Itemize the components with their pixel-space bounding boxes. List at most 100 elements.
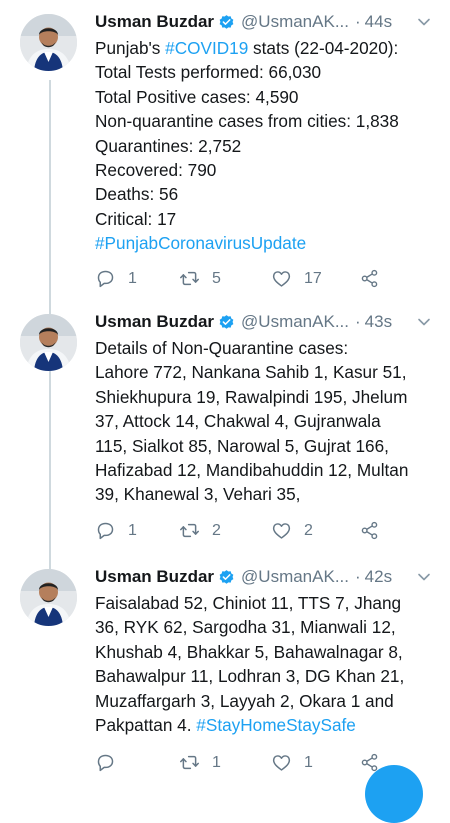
tweet-header: Usman Buzdar @UsmanAK... · 42s bbox=[95, 565, 438, 589]
tweet-text-line: Deaths: 56 bbox=[95, 182, 440, 206]
tweet-text: 115, Sialkot 85, Narowal 5, Gujrat 166, bbox=[95, 435, 389, 456]
separator-dot: · bbox=[354, 12, 361, 31]
tweet-text-line: Bahawalpur 11, Lodhran 3, DG Khan 21, bbox=[95, 664, 440, 688]
tweet-text: 39, Khanewal 3, Vehari 35, bbox=[95, 484, 301, 505]
reply-button[interactable] bbox=[95, 752, 128, 773]
tweet-text-line: Total Tests performed: 66,030 bbox=[95, 60, 440, 84]
tweet-text: Recovered: 790 bbox=[95, 160, 217, 181]
retweet-icon bbox=[180, 523, 199, 538]
tweet-text: Shiekhupura 19, Rawalpindi 195, Jhelum bbox=[95, 386, 408, 407]
reply-icon bbox=[97, 522, 114, 540]
share-icon bbox=[361, 521, 378, 540]
like-button[interactable]: 2 bbox=[271, 520, 313, 541]
like-count: 1 bbox=[304, 753, 313, 771]
chevron-down-icon[interactable] bbox=[416, 569, 432, 585]
tweet-text-line: 115, Sialkot 85, Narowal 5, Gujrat 166, bbox=[95, 434, 440, 458]
author-handle[interactable]: @UsmanAK... bbox=[241, 10, 349, 34]
avatar[interactable] bbox=[20, 569, 77, 626]
tweet-body: Details of Non-Quarantine cases: Lahore 7… bbox=[95, 336, 440, 507]
tweet-text-line: Details of Non-Quarantine cases: bbox=[95, 336, 440, 360]
chevron-down-icon[interactable] bbox=[416, 14, 432, 30]
tweet-text: Hafizabad 12, Mandibahuddin 12, Multan bbox=[95, 460, 409, 481]
author-handle[interactable]: @UsmanAK... bbox=[241, 565, 349, 589]
tweet-text: Total Positive cases: 4,590 bbox=[95, 86, 299, 107]
tweet-text-line: Non-quarantine cases from cities: 1,838 bbox=[95, 109, 440, 133]
author-name[interactable]: Usman Buzdar bbox=[95, 310, 214, 334]
retweet-count: 5 bbox=[212, 269, 221, 287]
retweet-count: 2 bbox=[212, 521, 221, 539]
verified-badge-icon bbox=[219, 314, 234, 329]
tweet-text-line: Recovered: 790 bbox=[95, 158, 440, 182]
hashtag-link[interactable]: #StayHomeStaySafe bbox=[196, 715, 356, 735]
heart-icon bbox=[272, 271, 291, 287]
tweet-text: Punjab's bbox=[95, 38, 166, 58]
tweet-header: Usman Buzdar @UsmanAK... · 44s bbox=[95, 10, 438, 34]
reply-button[interactable]: 1 bbox=[95, 268, 137, 289]
tweet[interactable]: Usman Buzdar @UsmanAK... · 44s Punjab's … bbox=[0, 0, 450, 300]
tweet-text-line: 39, Khanewal 3, Vehari 35, bbox=[95, 482, 440, 506]
avatar[interactable] bbox=[20, 14, 77, 71]
tweet-text-line: Pakpattan 4. #StayHomeStaySafe bbox=[95, 713, 440, 737]
verified-badge-icon bbox=[219, 14, 234, 29]
verified-badge-icon bbox=[219, 569, 234, 584]
share-button[interactable] bbox=[359, 268, 380, 289]
tweet-text-line: Khushab 4, Bhakkar 5, Bahawalnagar 8, bbox=[95, 640, 440, 664]
tweet-text: Faisalabad 52, Chiniot 11, TTS 7, Jhang bbox=[95, 593, 402, 613]
tweet-text: Lahore 772, Nankana Sahib 1, Kasur 51, bbox=[95, 362, 407, 383]
chevron-down-icon[interactable] bbox=[416, 314, 432, 330]
tweet-text: Details of Non-Quarantine cases: bbox=[95, 338, 349, 358]
tweet-text-line: 37, Attock 14, Chakwal 4, Gujranwala bbox=[95, 409, 440, 433]
reply-count: 1 bbox=[128, 521, 137, 539]
hashtag-link[interactable]: #COVID19 bbox=[165, 38, 248, 58]
tweet-text-line: 36, RYK 62, Sargodha 31, Mianwali 12, bbox=[95, 615, 440, 639]
tweet-text-line: Critical: 17 bbox=[95, 207, 440, 231]
tweet-text-line: Faisalabad 52, Chiniot 11, TTS 7, Jhang bbox=[95, 591, 440, 615]
compose-tweet-button[interactable] bbox=[365, 765, 423, 823]
retweet-button[interactable]: 5 bbox=[179, 268, 221, 289]
avatar[interactable] bbox=[20, 314, 77, 371]
share-button[interactable] bbox=[359, 520, 380, 541]
retweet-icon bbox=[180, 755, 199, 770]
separator-dot: · bbox=[354, 567, 361, 586]
like-count: 2 bbox=[304, 521, 313, 539]
share-icon bbox=[361, 269, 378, 288]
tweet-text-line: Shiekhupura 19, Rawalpindi 195, Jhelum bbox=[95, 385, 440, 409]
tweet-text-line: #PunjabCoronavirusUpdate bbox=[95, 231, 440, 255]
tweet-text: Muzaffargarh 3, Layyah 2, Okara 1 and bbox=[95, 690, 394, 711]
hashtag-link[interactable]: #PunjabCoronavirusUpdate bbox=[95, 233, 306, 253]
author-name[interactable]: Usman Buzdar bbox=[95, 10, 214, 34]
reply-icon bbox=[97, 270, 114, 288]
tweet-text: Deaths: 56 bbox=[95, 184, 179, 205]
tweet-timestamp[interactable]: 44s bbox=[365, 10, 392, 34]
tweet-text-line: Quarantines: 2,752 bbox=[95, 134, 440, 158]
like-button[interactable]: 1 bbox=[271, 752, 313, 773]
tweet-text: Khushab 4, Bhakkar 5, Bahawalnagar 8, bbox=[95, 641, 403, 662]
tweet-text-line: Punjab's #COVID19 stats (22-04-2020): bbox=[95, 36, 440, 60]
reply-icon bbox=[97, 754, 114, 772]
tweet-text: Non-quarantine cases from cities: 1,838 bbox=[95, 111, 399, 132]
tweet-text-line: Muzaffargarh 3, Layyah 2, Okara 1 and bbox=[95, 689, 440, 713]
author-name[interactable]: Usman Buzdar bbox=[95, 565, 214, 589]
tweet-actions: 1 2 2 bbox=[95, 520, 425, 548]
tweet-text-line: Hafizabad 12, Mandibahuddin 12, Multan bbox=[95, 458, 440, 482]
tweet-timestamp[interactable]: 42s bbox=[365, 565, 392, 589]
tweet-text-line: Total Positive cases: 4,590 bbox=[95, 85, 440, 109]
retweet-button[interactable]: 2 bbox=[179, 520, 221, 541]
tweet[interactable]: Usman Buzdar @UsmanAK... · 43s Details o… bbox=[0, 300, 450, 555]
tweet-text: Pakpattan 4. bbox=[95, 715, 197, 736]
tweet-timestamp[interactable]: 43s bbox=[365, 310, 392, 334]
tweet-text: Bahawalpur 11, Lodhran 3, DG Khan 21, bbox=[95, 666, 405, 687]
author-handle[interactable]: @UsmanAK... bbox=[241, 310, 349, 334]
retweet-count: 1 bbox=[212, 753, 221, 771]
separator-dot: · bbox=[354, 312, 361, 331]
tweet-body: Punjab's #COVID19 stats (22-04-2020): Tot… bbox=[95, 36, 440, 256]
like-count: 17 bbox=[304, 269, 322, 287]
heart-icon bbox=[272, 755, 291, 771]
tweet[interactable]: Usman Buzdar @UsmanAK... · 42s Faisalaba… bbox=[0, 555, 450, 787]
retweet-icon bbox=[180, 271, 199, 286]
retweet-button[interactable]: 1 bbox=[179, 752, 221, 773]
tweet-header: Usman Buzdar @UsmanAK... · 43s bbox=[95, 310, 438, 334]
like-button[interactable]: 17 bbox=[271, 268, 322, 289]
tweet-text: Quarantines: 2,752 bbox=[95, 135, 242, 156]
reply-button[interactable]: 1 bbox=[95, 520, 137, 541]
